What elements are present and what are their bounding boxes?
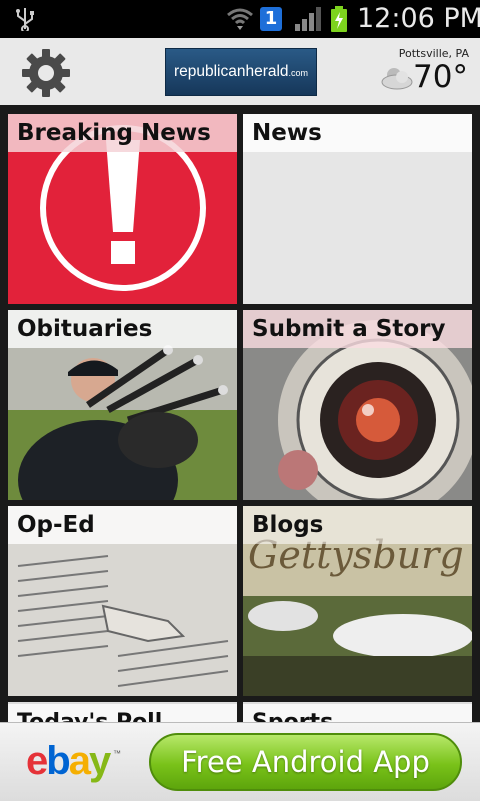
tile-breaking-news[interactable]: Breaking News bbox=[8, 114, 237, 304]
app-header: republicanherald.com Pottsville, PA 70° bbox=[0, 38, 480, 105]
tile-todays-poll[interactable]: Today's Poll bbox=[8, 702, 237, 722]
ebay-logo: ebay bbox=[26, 739, 111, 783]
status-bar: 1 12:06 PM bbox=[0, 0, 480, 38]
tile-news[interactable]: News bbox=[243, 114, 472, 304]
trademark-symbol: ™ bbox=[113, 749, 121, 758]
notification-badge: 1 bbox=[260, 7, 282, 31]
tile-sports[interactable]: Sports bbox=[243, 702, 472, 722]
wifi-icon bbox=[227, 8, 253, 30]
logo-suffix: .com bbox=[288, 68, 309, 78]
tile-obituaries[interactable]: Obituaries bbox=[8, 310, 237, 500]
ad-banner[interactable]: ebay ™ Free Android App bbox=[0, 722, 480, 801]
partly-cloudy-icon bbox=[381, 68, 413, 90]
tile-label: Breaking News bbox=[8, 114, 237, 152]
signal-icon bbox=[295, 7, 321, 31]
tile-op-ed[interactable]: Op-Ed bbox=[8, 506, 237, 696]
gear-icon[interactable] bbox=[21, 48, 71, 98]
free-android-app-button[interactable]: Free Android App bbox=[149, 733, 462, 791]
tile-label: News bbox=[243, 114, 472, 152]
tile-label: Today's Poll bbox=[8, 704, 237, 722]
weather-temperature: 70° bbox=[413, 59, 468, 95]
tile-label: Submit a Story bbox=[243, 310, 472, 348]
tile-label: Op-Ed bbox=[8, 506, 237, 544]
logo-text: republicanherald bbox=[173, 63, 289, 80]
clock: 12:06 PM bbox=[357, 3, 480, 34]
battery-charging-icon bbox=[331, 6, 347, 32]
usb-icon bbox=[16, 8, 34, 31]
tile-label: Obituaries bbox=[8, 310, 237, 348]
tile-blogs[interactable]: Gettysburg Blogs bbox=[243, 506, 472, 696]
tile-label: Blogs bbox=[243, 506, 472, 544]
site-logo[interactable]: republicanherald.com bbox=[165, 48, 317, 96]
tile-label: Sports bbox=[243, 704, 472, 722]
tile-submit-story[interactable]: Submit a Story bbox=[243, 310, 472, 500]
